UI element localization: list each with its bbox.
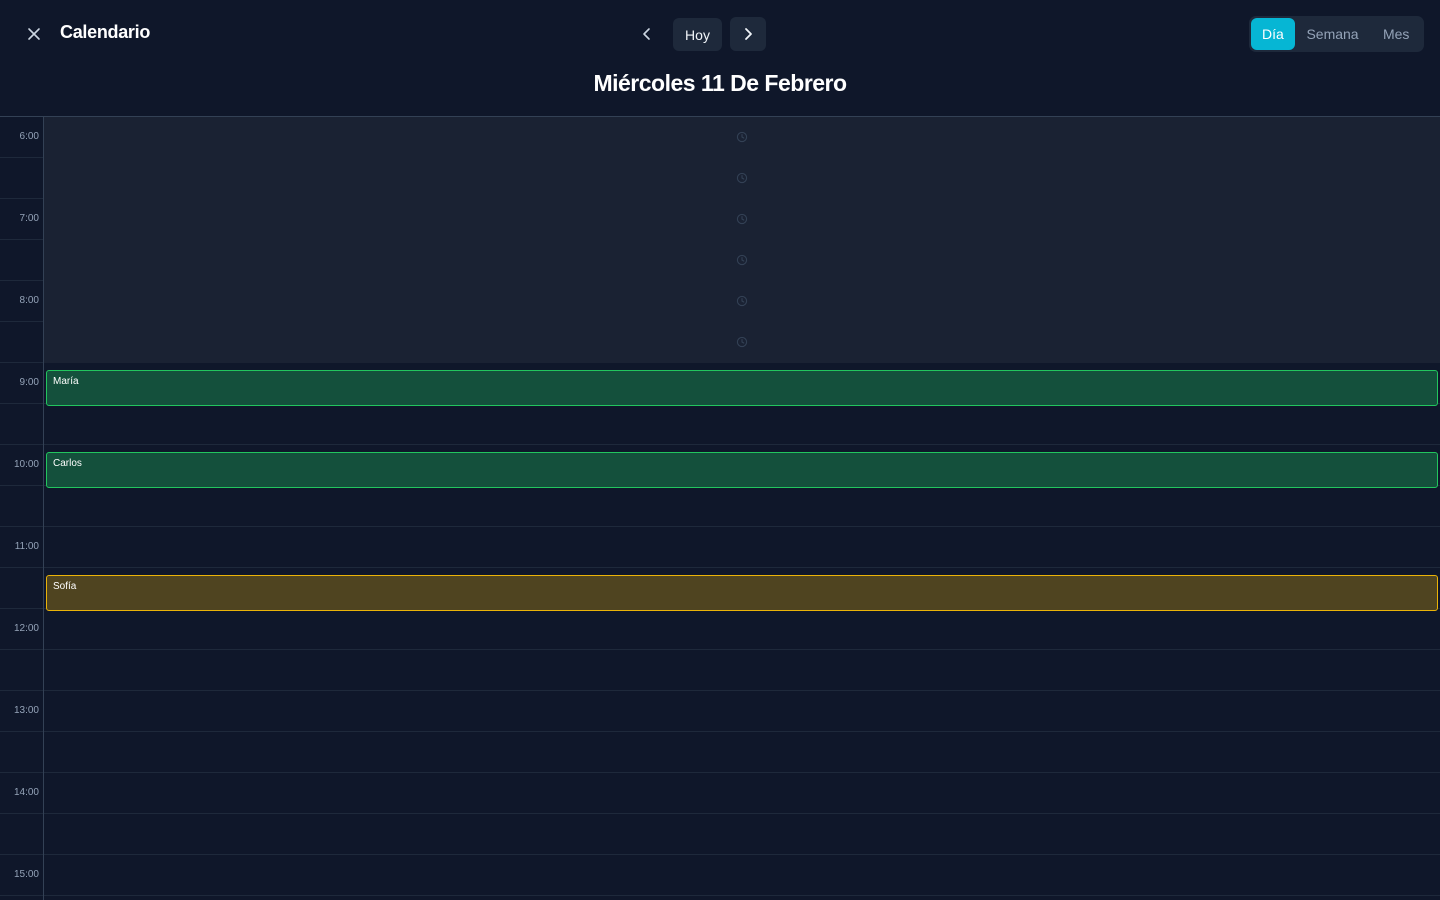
previous-day-button[interactable] <box>634 21 660 47</box>
app-title: Calendario <box>60 22 151 42</box>
past-time-slot[interactable] <box>44 158 1440 199</box>
time-slot <box>0 650 43 691</box>
time-slot-cell[interactable] <box>44 486 1440 527</box>
clock-icon <box>736 336 748 348</box>
event-block[interactable]: Carlos <box>46 452 1438 488</box>
time-slot: 14:00 <box>0 773 43 814</box>
time-column: 6:00 7:00 8:00 9:00 10:00 11:00 12:00 13:00 14:0… <box>0 117 43 900</box>
time-slot-cell[interactable] <box>44 404 1440 445</box>
chevron-right-icon <box>745 28 752 40</box>
event-block[interactable]: María <box>46 370 1438 406</box>
view-day-button[interactable]: Día <box>1251 18 1295 50</box>
hour-label: 15:00 <box>13 869 39 880</box>
hour-label: 14:00 <box>13 787 39 798</box>
calendar-header: Calendario Hoy Día Semana Mes <box>0 0 1440 68</box>
time-slot <box>0 486 43 527</box>
day-grid: 6:00 7:00 8:00 9:00 10:00 11:00 12:00 13:00 14:0… <box>0 117 1440 900</box>
time-slot-cell[interactable] <box>44 527 1440 568</box>
time-slot <box>0 158 43 199</box>
current-date-title: Miércoles 11 De Febrero <box>593 70 847 96</box>
past-time-slot[interactable] <box>44 240 1440 281</box>
time-slot-cell[interactable] <box>44 773 1440 814</box>
time-slot: 6:00 <box>0 117 43 158</box>
time-slot: 9:00 <box>0 363 43 404</box>
time-slot <box>0 404 43 445</box>
event-name: Sofía <box>53 581 77 592</box>
clock-icon <box>736 172 748 184</box>
hour-label: 9:00 <box>19 377 39 388</box>
clock-icon <box>736 254 748 266</box>
time-slot <box>0 896 43 900</box>
past-time-slot[interactable] <box>44 322 1440 363</box>
hour-label: 12:00 <box>13 623 39 634</box>
time-slot <box>0 568 43 609</box>
time-slot <box>0 732 43 773</box>
event-block[interactable]: Sofía <box>46 575 1438 611</box>
hour-label: 13:00 <box>13 705 39 716</box>
view-month-button[interactable]: Mes <box>1370 18 1422 50</box>
chevron-left-icon <box>643 28 650 40</box>
time-slot <box>0 322 43 363</box>
view-switcher: Día Semana Mes <box>1249 16 1424 52</box>
time-slot: 10:00 <box>0 445 43 486</box>
time-slot <box>0 240 43 281</box>
hour-label: 11:00 <box>14 541 39 552</box>
close-button[interactable] <box>20 20 48 48</box>
time-slot-cell[interactable] <box>44 732 1440 773</box>
time-slot <box>0 814 43 855</box>
time-slot: 13:00 <box>0 691 43 732</box>
time-slot-cell[interactable] <box>44 609 1440 650</box>
past-time-slot[interactable] <box>44 281 1440 322</box>
time-slot: 8:00 <box>0 281 43 322</box>
time-slot: 7:00 <box>0 199 43 240</box>
event-name: Carlos <box>53 458 82 469</box>
time-slot: 15:00 <box>0 855 43 896</box>
today-button[interactable]: Hoy <box>673 18 722 51</box>
time-slot: 11:00 <box>0 527 43 568</box>
view-week-button[interactable]: Semana <box>1295 18 1371 50</box>
hour-label: 8:00 <box>19 295 39 306</box>
hour-label: 10:00 <box>13 459 39 470</box>
clock-icon <box>736 213 748 225</box>
event-name: María <box>53 376 79 387</box>
next-day-button[interactable] <box>730 17 766 51</box>
day-column: María Carlos Sofía <box>44 117 1440 900</box>
past-time-slot[interactable] <box>44 199 1440 240</box>
time-slot-cell[interactable] <box>44 691 1440 732</box>
time-slot-cell[interactable] <box>44 650 1440 691</box>
close-icon <box>28 28 40 40</box>
time-slot-cell[interactable] <box>44 855 1440 896</box>
clock-icon <box>736 295 748 307</box>
hour-label: 7:00 <box>19 213 39 224</box>
time-slot-cell[interactable] <box>44 896 1440 900</box>
time-slot-cell[interactable] <box>44 814 1440 855</box>
time-slot: 12:00 <box>0 609 43 650</box>
clock-icon <box>736 131 748 143</box>
hour-label: 6:00 <box>19 131 39 142</box>
past-time-slot[interactable] <box>44 117 1440 158</box>
